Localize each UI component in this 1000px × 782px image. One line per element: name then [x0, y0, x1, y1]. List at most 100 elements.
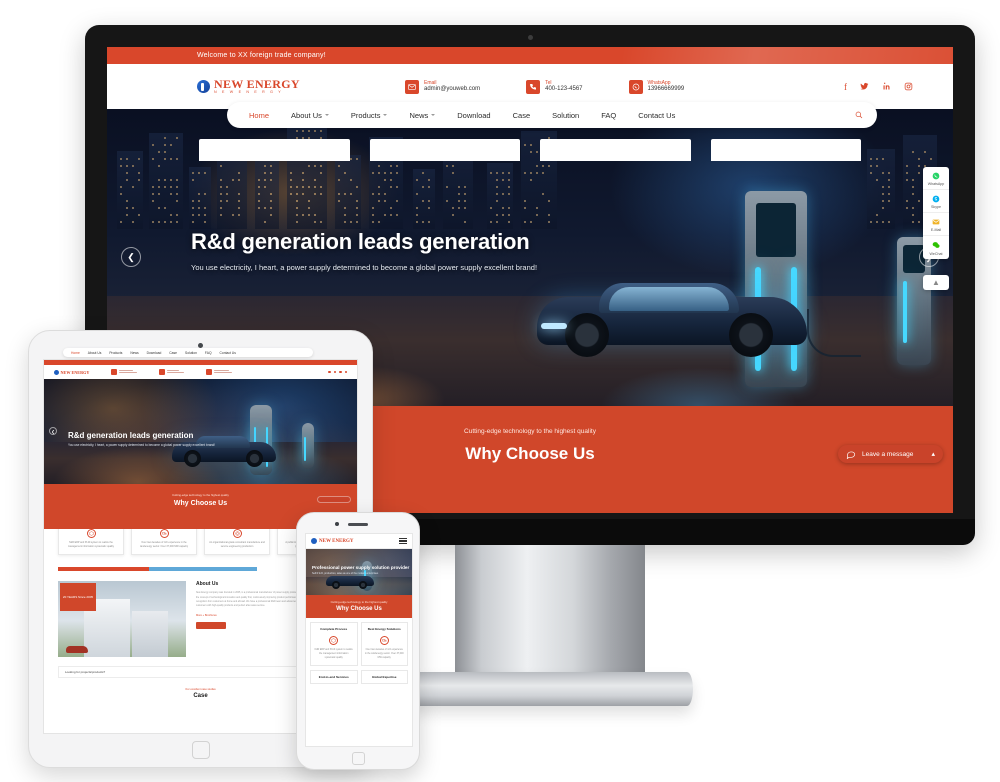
phone-hero-heading: Professional power supply solution provi…: [312, 565, 409, 570]
tablet-chat-widget[interactable]: [317, 496, 351, 503]
tablet-hero-prev-button[interactable]: ❮: [49, 427, 57, 435]
nav-item-home[interactable]: Home: [249, 111, 269, 120]
chevron-up-icon: ▲: [932, 278, 940, 287]
nav-label: Solution: [552, 111, 579, 120]
hamburger-menu-icon[interactable]: [399, 538, 407, 545]
scroll-to-top-button[interactable]: ▲: [923, 275, 949, 290]
truck-icon: [160, 529, 169, 538]
email-icon: [405, 80, 419, 94]
nav-item-download[interactable]: Download: [457, 111, 490, 120]
chevron-down-icon: [383, 114, 387, 116]
contact-email-text: Email admin@youweb.com: [424, 80, 480, 94]
search-icon[interactable]: [855, 106, 863, 124]
nav-item-news[interactable]: News: [409, 111, 435, 120]
why-card[interactable]: [370, 139, 521, 161]
nav-item-faq[interactable]: FAQ: [601, 111, 616, 120]
tablet-card-body: An organizational-grade consultant manuf…: [209, 541, 265, 549]
tablet-contact-text: [119, 370, 137, 375]
monitor-stand-base: [408, 672, 693, 706]
tablet-contact-text: [214, 370, 232, 375]
phone-home-button[interactable]: [352, 752, 365, 765]
widget-email[interactable]: E-Mail: [923, 213, 949, 236]
chevron-down-icon: [431, 114, 435, 116]
hero-text-block: R&d generation leads generation You use …: [191, 229, 537, 272]
tablet-contact-email[interactable]: [111, 369, 137, 375]
nav-label: Download: [457, 111, 490, 120]
contact-tel-value: 400-123-4567: [545, 86, 582, 94]
about-read-more-button[interactable]: [196, 622, 226, 629]
widget-skype[interactable]: Skype: [923, 190, 949, 213]
tablet-contact-whatsapp[interactable]: [206, 369, 232, 375]
site-logo[interactable]: NEW ENERGY N E W E N E R G Y: [197, 78, 377, 95]
phone-device: NEW ENERGY Professional power supply sol…: [296, 512, 420, 770]
phone-card-title: Complete Process: [314, 627, 354, 632]
phone-why-card[interactable]: Complete Process NdR ERP and PLfdl syste…: [310, 622, 358, 666]
hero-prev-button[interactable]: ❮: [121, 247, 141, 267]
whatsapp-icon: [206, 369, 212, 375]
tablet-home-button[interactable]: [192, 741, 210, 759]
car-headlight: [541, 323, 567, 329]
contact-tel[interactable]: Tel 400-123-4567: [526, 80, 582, 94]
tablet-hero-text: R&d generation leads generation You use …: [68, 431, 215, 447]
chat-label: Leave a message: [862, 451, 925, 458]
phone-why-card[interactable]: Best Energy Solutions Over two decades o…: [361, 622, 409, 666]
main-navbar: Home About Us Products News Download Cas…: [227, 102, 877, 128]
why-card[interactable]: [199, 139, 350, 161]
contact-whatsapp[interactable]: WhatsApp 13966669999: [629, 80, 685, 94]
phone-hero-banner: Professional power supply solution provi…: [306, 549, 412, 595]
tablet-contact-tel[interactable]: [159, 369, 184, 375]
facebook-icon[interactable]: [328, 371, 331, 374]
linkedin-icon[interactable]: [882, 82, 891, 91]
instagram-icon[interactable]: [904, 82, 913, 91]
cta-text: Looking for projects/products?: [65, 670, 105, 674]
instagram-icon[interactable]: [345, 371, 348, 374]
nav-item-products[interactable]: Products: [351, 111, 388, 120]
phone-why-card[interactable]: End-to-end Services: [310, 670, 358, 684]
widget-email-label: E-Mail: [931, 228, 941, 232]
tablet-contact-text: [167, 370, 184, 375]
widget-wechat-label: WeChat: [930, 252, 943, 256]
tablet-logo[interactable]: NEW ENERGY: [54, 370, 89, 375]
phone-card-title: Best Energy Solutions: [365, 627, 405, 632]
nav-item-contact-us[interactable]: Contact Us: [638, 111, 675, 120]
nav-item-case[interactable]: Case: [513, 111, 531, 120]
chevron-up-icon[interactable]: ▴: [931, 450, 935, 458]
contact-email-value: admin@youweb.com: [424, 86, 480, 94]
about-years-badge: 20 YEARS Since 2005: [60, 583, 96, 611]
nav-item-solution[interactable]: Solution: [552, 111, 579, 120]
parked-car: [66, 646, 88, 653]
welcome-topbar: Welcome to XX foreign trade company!: [107, 47, 953, 64]
twitter-icon[interactable]: [334, 371, 337, 374]
topbar-sheen: [623, 47, 953, 64]
leave-a-message-widget[interactable]: Leave a message ▴: [838, 445, 943, 463]
linkedin-icon[interactable]: [339, 371, 342, 374]
phone-header: NEW ENERGY: [306, 534, 412, 549]
welcome-text: Welcome to XX foreign trade company!: [197, 52, 326, 59]
nav-item-about-us[interactable]: About Us: [291, 111, 329, 120]
why-card[interactable]: [711, 139, 862, 161]
whatsapp-icon: [629, 80, 643, 94]
contact-email[interactable]: Email admin@youweb.com: [405, 80, 480, 94]
chevron-down-icon: [325, 114, 329, 116]
contact-tel-text: Tel 400-123-4567: [545, 80, 582, 94]
phone-why-eyebrow: Cutting-edge technology to the highest q…: [306, 600, 412, 604]
phone-why-cards: Complete Process NdR ERP and PLfdl syste…: [306, 618, 412, 670]
power-logo-icon: [311, 538, 317, 544]
email-icon: [111, 369, 117, 375]
widget-whatsapp[interactable]: WhatsApp: [923, 167, 949, 190]
phone-why-card[interactable]: Global Expertise: [361, 670, 409, 684]
widget-wechat[interactable]: WeChat: [923, 236, 949, 259]
twitter-icon[interactable]: [860, 82, 869, 91]
wechat-icon: [931, 240, 942, 251]
widget-skype-label: Skype: [931, 205, 941, 209]
nav-label: Case: [513, 111, 531, 120]
progress-segment-blue: [149, 567, 257, 571]
why-card[interactable]: [540, 139, 691, 161]
phone-logo[interactable]: NEW ENERGY: [311, 538, 354, 544]
car-window: [609, 287, 729, 311]
box-icon: [87, 529, 96, 538]
contact-whatsapp-value: 13966669999: [648, 86, 685, 94]
whatsapp-icon: [931, 170, 942, 181]
widget-whatsapp-label: WhatsApp: [928, 182, 945, 186]
facebook-icon[interactable]: f: [844, 82, 847, 92]
